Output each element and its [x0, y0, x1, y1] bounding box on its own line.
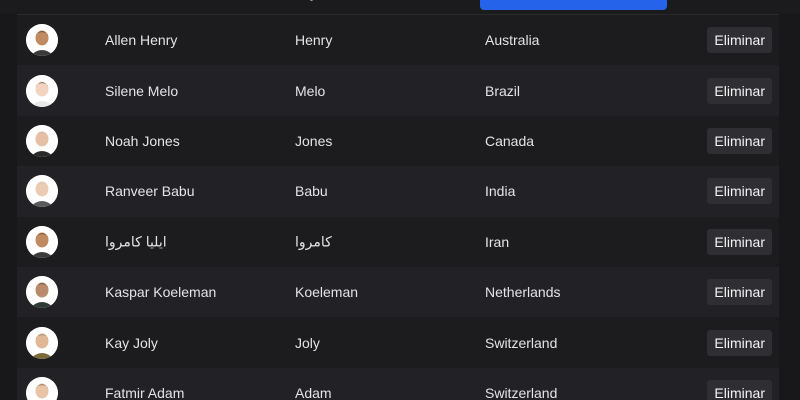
delete-button[interactable]: Eliminar	[707, 228, 772, 255]
name-cell: Noah Jones	[105, 132, 180, 149]
avatar	[26, 124, 58, 157]
table-body: Allen Henry Henry Australia Eliminar Silene …	[17, 15, 779, 400]
table-row: Ranveer Babu Babu India Eliminar	[17, 166, 779, 217]
name-cell: Ranveer Babu	[105, 183, 195, 200]
delete-button[interactable]: Eliminar	[707, 27, 772, 54]
delete-button[interactable]: Eliminar	[707, 127, 772, 154]
country-cell: Switzerland	[485, 334, 558, 351]
avatar	[26, 276, 58, 309]
delete-button[interactable]: Eliminar	[707, 379, 772, 400]
name-cell: Allen Henry	[105, 32, 178, 49]
table-row: Noah Jones Jones Canada Eliminar	[17, 115, 779, 167]
last-name-cell: Adam	[295, 384, 332, 400]
country-cell: Australia	[485, 32, 540, 49]
name-cell: Fatmir Adam	[105, 384, 185, 400]
avatar	[26, 24, 58, 57]
country-cell: Netherlands	[485, 284, 561, 301]
last-name-cell: كامروا	[295, 233, 332, 250]
avatar	[26, 175, 58, 208]
name-cell: Kay Joly	[105, 334, 158, 351]
last-name-cell: Babu	[295, 183, 328, 200]
header-fragment	[310, 0, 313, 1]
delete-button[interactable]: Eliminar	[707, 77, 772, 104]
last-name-cell: Jones	[295, 132, 333, 149]
last-name-cell: Henry	[295, 32, 333, 49]
avatar	[26, 326, 58, 359]
last-name-cell: Koeleman	[295, 284, 359, 301]
avatar	[26, 74, 58, 107]
country-cell: Switzerland	[485, 384, 558, 400]
avatar	[26, 376, 58, 400]
name-cell: Kaspar Koeleman	[105, 284, 217, 301]
last-name-cell: Melo	[295, 82, 326, 99]
name-cell: ايليا كامروا	[105, 233, 167, 250]
table-header-strip	[0, 0, 800, 14]
delete-button[interactable]: Eliminar	[707, 329, 772, 356]
country-cell: India	[485, 183, 516, 200]
delete-button[interactable]: Eliminar	[707, 279, 772, 306]
country-cell: Brazil	[485, 82, 521, 99]
table-row: ايليا كامروا كامروا Iran Eliminar	[17, 216, 779, 267]
table-row: Kay Joly Joly Switzerland Eliminar	[17, 317, 779, 368]
page: Allen Henry Henry Australia Eliminar Silene …	[0, 0, 800, 400]
avatar	[26, 225, 58, 258]
country-cell: Iran	[485, 233, 510, 250]
primary-action-button[interactable]	[480, 0, 667, 10]
users-table: Allen Henry Henry Australia Eliminar Silene …	[17, 14, 779, 400]
delete-button[interactable]: Eliminar	[707, 178, 772, 205]
name-cell: Silene Melo	[105, 82, 179, 99]
table-row: Kaspar Koeleman Koeleman Netherlands Elimin…	[17, 266, 779, 318]
country-cell: Canada	[485, 132, 535, 149]
table-row: Fatmir Adam Adam Switzerland Eliminar	[17, 367, 779, 400]
last-name-cell: Joly	[295, 334, 320, 351]
table-row: Allen Henry Henry Australia Eliminar	[17, 15, 779, 66]
table-row: Silene Melo Melo Brazil Eliminar	[17, 65, 779, 116]
